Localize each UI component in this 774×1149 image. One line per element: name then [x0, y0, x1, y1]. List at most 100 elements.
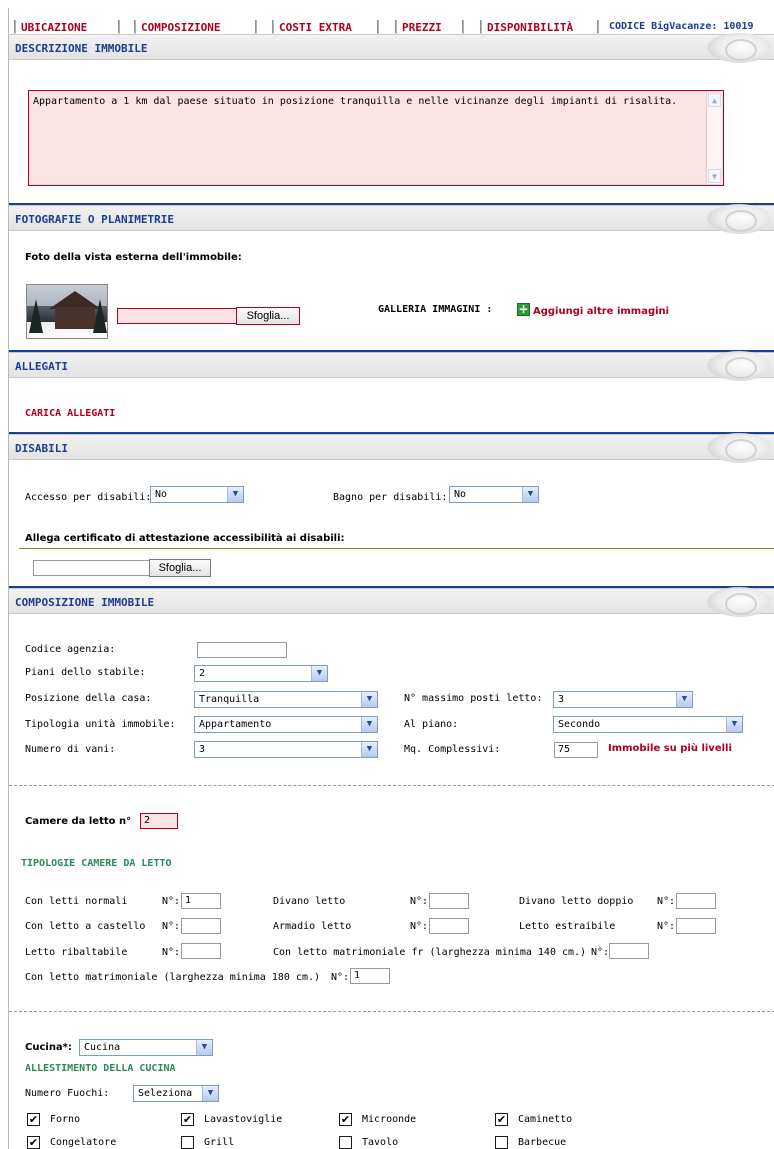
chevron-down-icon: ▼	[676, 692, 692, 707]
allestimento-cucina-title: ALLESTIMENTO DELLA CUCINA	[25, 1063, 176, 1074]
camera-count-input[interactable]	[609, 943, 649, 959]
posizione-select[interactable]: Tranquilla ▼	[194, 691, 378, 708]
chevron-down-icon: ▼	[202, 1086, 218, 1101]
checkbox-label: Tavolo	[362, 1137, 399, 1148]
tab-prezzi[interactable]: PREZZI	[402, 21, 442, 34]
globe-icon	[707, 204, 771, 234]
camera-count-input[interactable]: 1	[350, 968, 390, 984]
piani-select[interactable]: 2 ▼	[194, 665, 328, 682]
chevron-down-icon: ▼	[196, 1040, 212, 1055]
camera-label: Letto estraibile	[519, 921, 616, 932]
certificato-browse-button[interactable]: Sfoglia...	[149, 559, 211, 577]
tab-separator: |	[252, 19, 260, 34]
n-label: N°:	[162, 921, 181, 932]
camera-count-input[interactable]	[181, 943, 221, 959]
dashed-divider	[9, 1011, 774, 1012]
checkbox-congelatore[interactable]: ✔	[27, 1136, 40, 1149]
carica-allegati-link[interactable]: CARICA ALLEGATI	[25, 408, 115, 419]
foto-browse-button[interactable]: Sfoglia...	[236, 307, 300, 325]
chevron-down-icon: ▼	[361, 692, 377, 707]
tab-ubicazione[interactable]: UBICAZIONE	[21, 21, 87, 34]
camere-input[interactable]: 2	[140, 813, 178, 829]
n-label: N°:	[410, 921, 429, 932]
livelli-link[interactable]: Immobile su più livelli	[608, 743, 732, 754]
posti-letto-select[interactable]: 3 ▼	[553, 691, 693, 708]
select-value: No	[454, 489, 467, 500]
camera-count-input[interactable]: 1	[181, 893, 221, 909]
aggiungi-immagini-link[interactable]: Aggiungi altre immagini	[533, 306, 669, 317]
camera-label: Con letto a castello	[25, 921, 146, 932]
tree-shape	[29, 299, 43, 333]
section-header-disabili: DISABILI	[9, 433, 774, 463]
checkbox-label: Grill	[204, 1137, 235, 1148]
tab-separator: |	[459, 19, 467, 34]
chevron-down-icon: ▼	[522, 487, 538, 502]
mq-input[interactable]: 75	[554, 742, 598, 758]
camera-label: Divano letto doppio	[519, 896, 634, 907]
scroll-up-icon[interactable]: ▲	[708, 93, 721, 107]
textarea-scrollbar[interactable]: ▲ ▼	[706, 92, 722, 184]
checkbox-grill[interactable]	[181, 1136, 194, 1149]
posti-letto-label: N° massimo posti letto:	[404, 693, 543, 704]
house-shape	[55, 307, 95, 329]
fuochi-label: Numero Fuochi:	[25, 1088, 110, 1099]
vani-label: Numero di vani:	[25, 744, 116, 755]
cucina-select[interactable]: Cucina ▼	[79, 1039, 213, 1056]
tipologia-select[interactable]: Appartamento ▼	[194, 716, 378, 733]
piani-label: Piani dello stabile:	[25, 667, 146, 678]
camera-label: Con letti normali	[25, 896, 128, 907]
codice-bigvacanze: CODICE BigVacanze: 10019	[609, 21, 754, 32]
checkbox-lavastoviglie[interactable]: ✔	[181, 1113, 194, 1126]
fuochi-select[interactable]: Seleziona ▼	[133, 1085, 219, 1102]
certificato-file-input[interactable]	[33, 560, 151, 576]
vani-select[interactable]: 3 ▼	[194, 741, 378, 758]
camera-label: Con letto matrimoniale (larghezza minima…	[25, 972, 321, 983]
globe-icon	[707, 351, 771, 381]
page-frame: | UBICAZIONE | | COMPOSIZIONE | | COSTI …	[8, 8, 774, 1149]
checkbox-microonde[interactable]: ✔	[339, 1113, 352, 1126]
chevron-down-icon: ▼	[361, 742, 377, 757]
certificato-label: Allega certificato di attestazione acces…	[25, 533, 345, 544]
codice-agenzia-input[interactable]	[197, 642, 287, 658]
checkbox-label: Congelatore	[50, 1137, 117, 1148]
camera-count-input[interactable]	[429, 893, 469, 909]
checkbox-forno[interactable]: ✔	[27, 1113, 40, 1126]
globe-icon	[707, 587, 771, 617]
checkbox-tavolo[interactable]	[339, 1136, 352, 1149]
add-icon[interactable]: +	[517, 303, 530, 316]
n-label: N°:	[331, 972, 350, 983]
al-piano-select[interactable]: Secondo ▼	[553, 716, 743, 733]
descrizione-text: Appartamento a 1 km dal paese situato in…	[33, 96, 678, 107]
select-value: Seleziona	[138, 1088, 193, 1099]
camera-count-input[interactable]	[429, 918, 469, 934]
tab-costi-extra[interactable]: COSTI EXTRA	[279, 21, 352, 34]
tab-separator: |	[269, 19, 277, 34]
checkbox-barbecue[interactable]	[495, 1136, 508, 1149]
checkbox-caminetto[interactable]: ✔	[495, 1113, 508, 1126]
codice-agenzia-label: Codice agenzia:	[25, 644, 116, 655]
section-title: DESCRIZIONE IMMOBILE	[15, 42, 148, 55]
camera-count-input[interactable]	[676, 893, 716, 909]
foto-file-input[interactable]	[117, 308, 239, 324]
descrizione-textarea[interactable]: Appartamento a 1 km dal paese situato in…	[28, 90, 724, 186]
camera-count-input[interactable]	[676, 918, 716, 934]
checkbox-label: Barbecue	[518, 1137, 567, 1148]
tipologia-label: Tipologia unità immobile:	[25, 719, 176, 730]
accesso-disabili-select[interactable]: No ▼	[150, 486, 244, 503]
section-header-allegati: ALLEGATI	[9, 351, 774, 381]
bagno-disabili-label: Bagno per disabili:	[333, 492, 448, 503]
tab-composizione[interactable]: COMPOSIZIONE	[141, 21, 220, 34]
tab-separator: |	[392, 19, 400, 34]
select-value: 3	[558, 694, 565, 705]
scroll-down-icon[interactable]: ▼	[708, 169, 721, 183]
camera-count-input[interactable]	[181, 918, 221, 934]
chevron-down-icon: ▼	[726, 717, 742, 732]
camera-label: Armadio letto	[273, 921, 352, 932]
tab-separator: |	[11, 19, 19, 34]
checkbox-label: Forno	[50, 1114, 81, 1125]
select-value: No	[155, 489, 168, 500]
tab-disponibilita[interactable]: DISPONIBILITÀ	[487, 21, 573, 34]
chevron-down-icon: ▼	[361, 717, 377, 732]
bagno-disabili-select[interactable]: No ▼	[449, 486, 539, 503]
tab-separator: |	[131, 19, 139, 34]
